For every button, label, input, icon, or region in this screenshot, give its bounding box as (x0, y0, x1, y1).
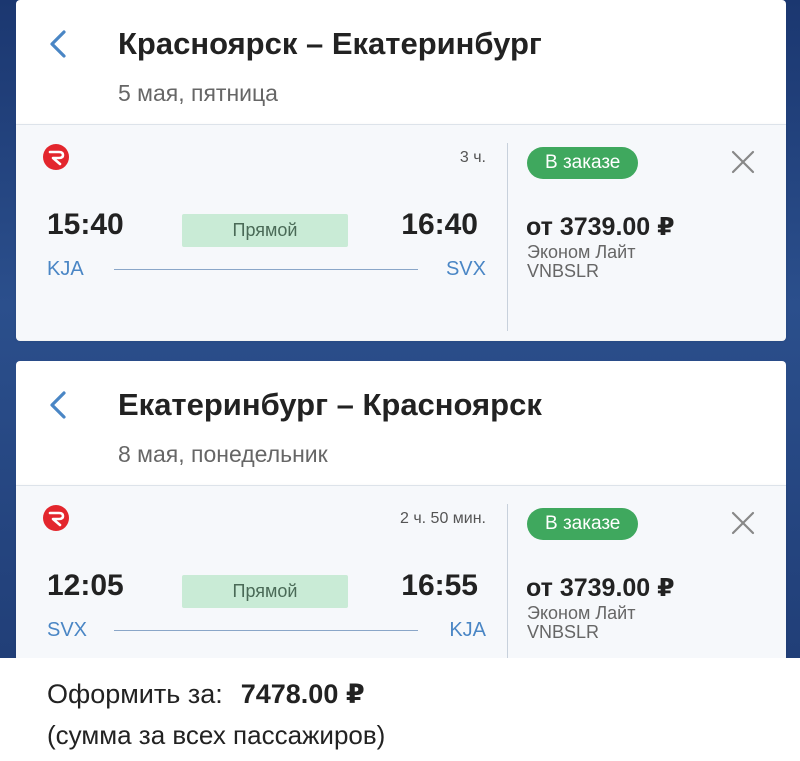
departure-time: 12:05 (47, 569, 124, 602)
fare-name: Эконом Лайт (527, 603, 636, 623)
direct-flight-badge: Прямой (182, 214, 348, 247)
route-title: Красноярск – Екатеринбург (118, 26, 542, 61)
flight-duration: 2 ч. 50 мин. (399, 510, 486, 527)
chevron-left-icon[interactable] (44, 389, 72, 421)
departure-airport-code: KJA (47, 258, 84, 280)
status-badge: В заказе (527, 147, 639, 179)
total-amount: 7478.00 ₽ (240, 679, 365, 709)
flight-date: 8 мая, понедельник (118, 441, 328, 467)
checkout-label: Оформить за: (47, 679, 223, 709)
chevron-left-icon[interactable] (44, 28, 72, 60)
departure-airport-code: SVX (47, 619, 88, 641)
checkout-footer[interactable]: Оформить за: 7478.00 ₽ (сумма за всех пас… (0, 658, 800, 761)
flight-date: 5 мая, пятница (118, 80, 278, 106)
fare-info: Эконом Лайт VNBSLR (527, 604, 635, 642)
route-title: Екатеринбург – Красноярск (118, 387, 542, 422)
direct-flight-badge: Прямой (182, 575, 348, 608)
fare-code: VNBSLR (527, 622, 600, 642)
route-line (114, 269, 418, 270)
route-line (114, 630, 418, 631)
flight-header: Красноярск – Екатеринбург 5 мая, пятница (16, 0, 786, 124)
flight-card[interactable]: 3 ч. 15:40 Прямой 16:40 KJA SVX В заказе… (16, 124, 786, 340)
flight-panel-outbound: Красноярск – Екатеринбург 5 мая, пятница… (16, 0, 786, 341)
close-icon[interactable] (730, 510, 756, 536)
flight-panel-return: Екатеринбург – Красноярск 8 мая, понедел… (16, 361, 786, 661)
arrival-airport-code: SVX (445, 258, 486, 280)
close-icon[interactable] (730, 149, 756, 175)
arrival-time: 16:55 (401, 569, 478, 602)
departure-time: 15:40 (47, 208, 124, 241)
fare-code: VNBSLR (527, 261, 600, 281)
arrival-time: 16:40 (401, 208, 478, 241)
card-divider (507, 143, 508, 331)
total-line: Оформить за: 7478.00 ₽ (47, 679, 365, 710)
airline-logo-icon (43, 505, 69, 531)
fare-name: Эконом Лайт (527, 242, 636, 262)
flight-header: Екатеринбург – Красноярск 8 мая, понедел… (16, 361, 786, 485)
flight-price: от 3739.00 ₽ (526, 213, 675, 241)
arrival-airport-code: KJA (449, 619, 486, 641)
airline-logo-icon (43, 144, 69, 170)
total-note: (сумма за всех пассажиров) (47, 720, 386, 750)
flight-card[interactable]: 2 ч. 50 мин. 12:05 Прямой 16:55 SVX KJA … (16, 485, 786, 661)
flight-price: от 3739.00 ₽ (526, 574, 675, 602)
flight-duration: 3 ч. (459, 149, 486, 166)
card-divider (507, 504, 508, 661)
fare-info: Эконом Лайт VNBSLR (527, 243, 635, 281)
status-badge: В заказе (527, 508, 639, 540)
